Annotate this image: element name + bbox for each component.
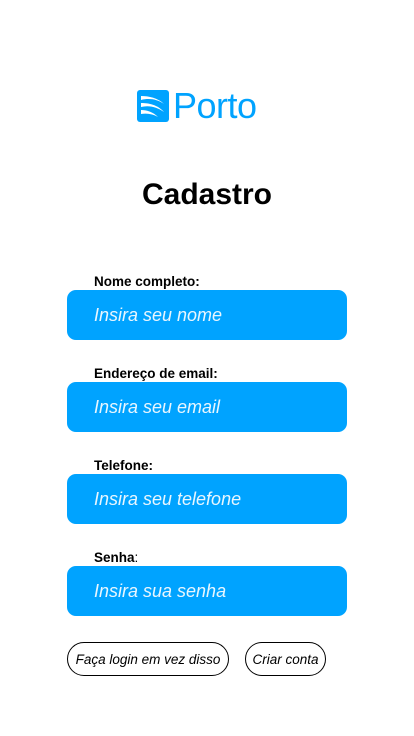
email-input[interactable] (67, 382, 347, 432)
password-label-text: Senha (94, 550, 135, 565)
email-label: Endereço de email: (94, 366, 218, 381)
create-account-button[interactable]: Criar conta (245, 642, 326, 676)
porto-sail-logo-icon (137, 90, 169, 122)
full-name-label: Nome completo: (94, 274, 200, 289)
password-input[interactable] (67, 566, 347, 616)
password-label-colon: : (134, 550, 139, 565)
phone-input[interactable] (67, 474, 347, 524)
login-instead-button[interactable]: Faça login em vez disso (67, 642, 229, 676)
password-label: Senha: (94, 550, 138, 566)
brand-logo: Porto (137, 86, 257, 126)
page-title: Cadastro (141, 178, 273, 211)
phone-label: Telefone: (94, 458, 154, 473)
brand-name: Porto (173, 85, 257, 126)
full-name-input[interactable] (67, 290, 347, 340)
